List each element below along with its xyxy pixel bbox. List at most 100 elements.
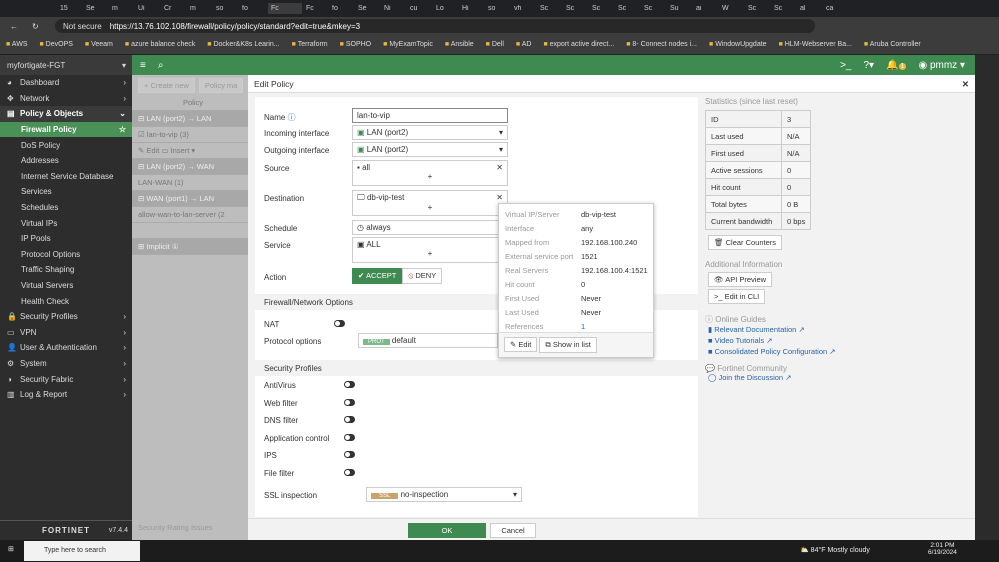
policy-list-row[interactable]: ⊟ WAN (port1) → LAN (132, 191, 248, 207)
browser-tab[interactable]: Ui (138, 5, 160, 12)
edit-in-cli-button[interactable]: >_ Edit in CLI (708, 289, 766, 304)
bookmark[interactable]: 8- Connect nodes i... (626, 41, 697, 48)
protocol-options-select[interactable]: PROT default (358, 333, 498, 348)
browser-tab[interactable]: Fc (306, 5, 328, 12)
service-field[interactable]: ▣ ALL + (352, 237, 508, 263)
sidebar-item-dashboard[interactable]: ◕ Dashboard › (0, 75, 132, 91)
show-in-list-button[interactable]: ⧉ Show in list (539, 337, 597, 353)
name-input[interactable]: lan-to-vip (352, 108, 508, 123)
help-icon[interactable]: ?▾ (863, 60, 874, 71)
browser-tab[interactable]: so (216, 5, 238, 12)
browser-tab[interactable]: fo (242, 5, 264, 12)
clear-counters-button[interactable]: 🗑 Clear Counters (708, 235, 783, 250)
policy-list-row[interactable]: ✎ Edit ▭ Insert ▾ (132, 143, 248, 159)
remove-icon[interactable]: ✕ (496, 163, 503, 172)
search-icon[interactable]: ⌕ (158, 60, 164, 71)
nat-toggle[interactable] (334, 320, 345, 327)
bookmark[interactable]: Aruba Controller (864, 41, 921, 48)
browser-tab[interactable]: Sc (748, 5, 770, 12)
taskbar-search[interactable]: Type here to search (24, 541, 140, 561)
clock[interactable]: 2:01 PM 6/19/2024 (928, 542, 957, 556)
browser-tab[interactable]: Ni (384, 5, 406, 12)
policy-list-row[interactable]: ⊟ LAN (port2) → WAN (132, 159, 248, 175)
policy-list-row[interactable]: ⊞ Implicit ① (132, 239, 248, 255)
profile-toggle[interactable] (344, 433, 355, 441)
browser-tab[interactable]: Hi (462, 5, 484, 12)
remove-icon[interactable]: ✕ (496, 193, 503, 202)
browser-tab[interactable]: Sc (592, 5, 614, 12)
bookmark[interactable]: AWS (6, 41, 28, 48)
policy-list-row[interactable]: ⊟ LAN (port2) → LAN (132, 111, 248, 127)
bookmark[interactable]: Dell (486, 41, 504, 48)
sidebar-item-network[interactable]: ✥ Network › (0, 91, 132, 107)
browser-tab[interactable]: Sc (540, 5, 562, 12)
sidebar-item-firewall-policy[interactable]: Firewall Policy ☆ (0, 121, 132, 138)
sidebar-item-services[interactable]: Services (0, 184, 132, 200)
reload-icon[interactable]: ↻ (32, 22, 39, 31)
browser-tab[interactable]: Sc (644, 5, 666, 12)
incoming-interface-select[interactable]: ▣ LAN (port2) ▾ (352, 125, 508, 140)
browser-tab[interactable]: so (488, 5, 510, 12)
bookmark[interactable]: Ansible (445, 41, 474, 48)
bookmark[interactable]: export active direct... (543, 41, 615, 48)
destination-field[interactable]: 🖵 db-vip-test ✕ + (352, 190, 508, 216)
close-icon[interactable]: ✕ (962, 79, 969, 90)
sidebar-item-system[interactable]: ⚙ System › (0, 356, 132, 372)
browser-tab[interactable]: Lo (436, 5, 458, 12)
sidebar-item-ip-pools[interactable]: IP Pools (0, 231, 132, 247)
bookmark[interactable]: MyExamTopic (383, 41, 433, 48)
bookmark[interactable]: AD (516, 41, 532, 48)
bookmark[interactable]: Veeam (85, 41, 113, 48)
security-rating-issues[interactable]: Security Rating Issues (138, 523, 213, 532)
browser-tab[interactable]: W (722, 5, 744, 12)
add-icon[interactable]: + (357, 172, 503, 181)
guide-link[interactable]: ▮ Relevant Documentation ↗ (708, 325, 965, 336)
browser-tab[interactable]: cu (410, 5, 432, 12)
windows-start-icon[interactable]: ⊞ (8, 545, 14, 553)
policy-list-row[interactable]: allow-wan-to-lan-server (2 (132, 207, 248, 223)
sidebar-item-log-report[interactable]: ▥ Log & Report › (0, 387, 132, 403)
policy-list-row[interactable]: ☑ lan-to-vip (3) (132, 127, 248, 143)
sidebar-item-traffic-shaping[interactable]: Traffic Shaping (0, 262, 132, 278)
sidebar-item-security-fabric[interactable]: ◑ Security Fabric › (0, 371, 132, 387)
edit-vip-button[interactable]: ✎ Edit (504, 337, 538, 352)
join-discussion-link[interactable]: ◯ Join the Discussion ↗ (708, 373, 965, 384)
menu-icon[interactable]: ≡ (140, 60, 146, 71)
add-icon[interactable]: + (357, 249, 503, 258)
browser-tab[interactable]: Su (670, 5, 692, 12)
not-secure-badge[interactable]: Not secure (63, 22, 102, 31)
browser-tab[interactable]: Se (358, 5, 380, 12)
browser-tab[interactable]: Cr (164, 5, 186, 12)
sidebar-item-health-check[interactable]: Health Check (0, 293, 132, 309)
browser-tab[interactable]: m (112, 5, 134, 12)
browser-tab[interactable]: vh (514, 5, 536, 12)
ok-button[interactable]: OK (408, 523, 486, 538)
bookmark[interactable]: azure balance check (125, 41, 195, 48)
browser-tab[interactable]: Sc (566, 5, 588, 12)
weather[interactable]: ⛅ 84°F Mostly cloudy (800, 546, 870, 554)
api-preview-button[interactable]: 👁 API Preview (708, 272, 773, 287)
notifications-button[interactable]: 🔔 1 (886, 60, 907, 71)
policy-list-row[interactable] (132, 223, 248, 239)
bookmark[interactable]: HLM-Webserver Ba... (779, 41, 852, 48)
user-menu[interactable]: ◉ pmmz ▾ (918, 60, 965, 71)
create-new-button[interactable]: + Create new (138, 77, 195, 93)
sidebar-item-user-authentication[interactable]: 👤 User & Authentication › (0, 340, 132, 356)
deny-button[interactable]: ⦸ DENY (402, 268, 443, 284)
browser-tab[interactable]: Se (86, 5, 108, 12)
popup-value[interactable]: 1 (581, 322, 585, 331)
sidebar-item-internet-service-database[interactable]: Internet Service Database (0, 169, 132, 185)
back-icon[interactable]: ← (10, 22, 18, 31)
bookmark[interactable]: Docker&K8s Learin... (207, 41, 279, 48)
browser-tab[interactable]: al (800, 5, 822, 12)
profile-toggle[interactable] (344, 381, 355, 388)
schedule-select[interactable]: ◷ always (352, 220, 508, 235)
sidebar-item-dos-policy[interactable]: DoS Policy (0, 137, 132, 153)
device-selector[interactable]: myfortigate-FGT ▾ (0, 55, 132, 75)
browser-tab[interactable]: Fc (268, 3, 302, 14)
sidebar-item-addresses[interactable]: Addresses (0, 153, 132, 169)
browser-tab[interactable]: 15 (60, 5, 82, 12)
sidebar-item-policy-objects[interactable]: ▤ Policy & Objects ⌄ (0, 106, 132, 122)
policy-list-row[interactable]: LAN-WAN (1) (132, 175, 248, 191)
bookmark[interactable]: DevOPS (39, 41, 73, 48)
